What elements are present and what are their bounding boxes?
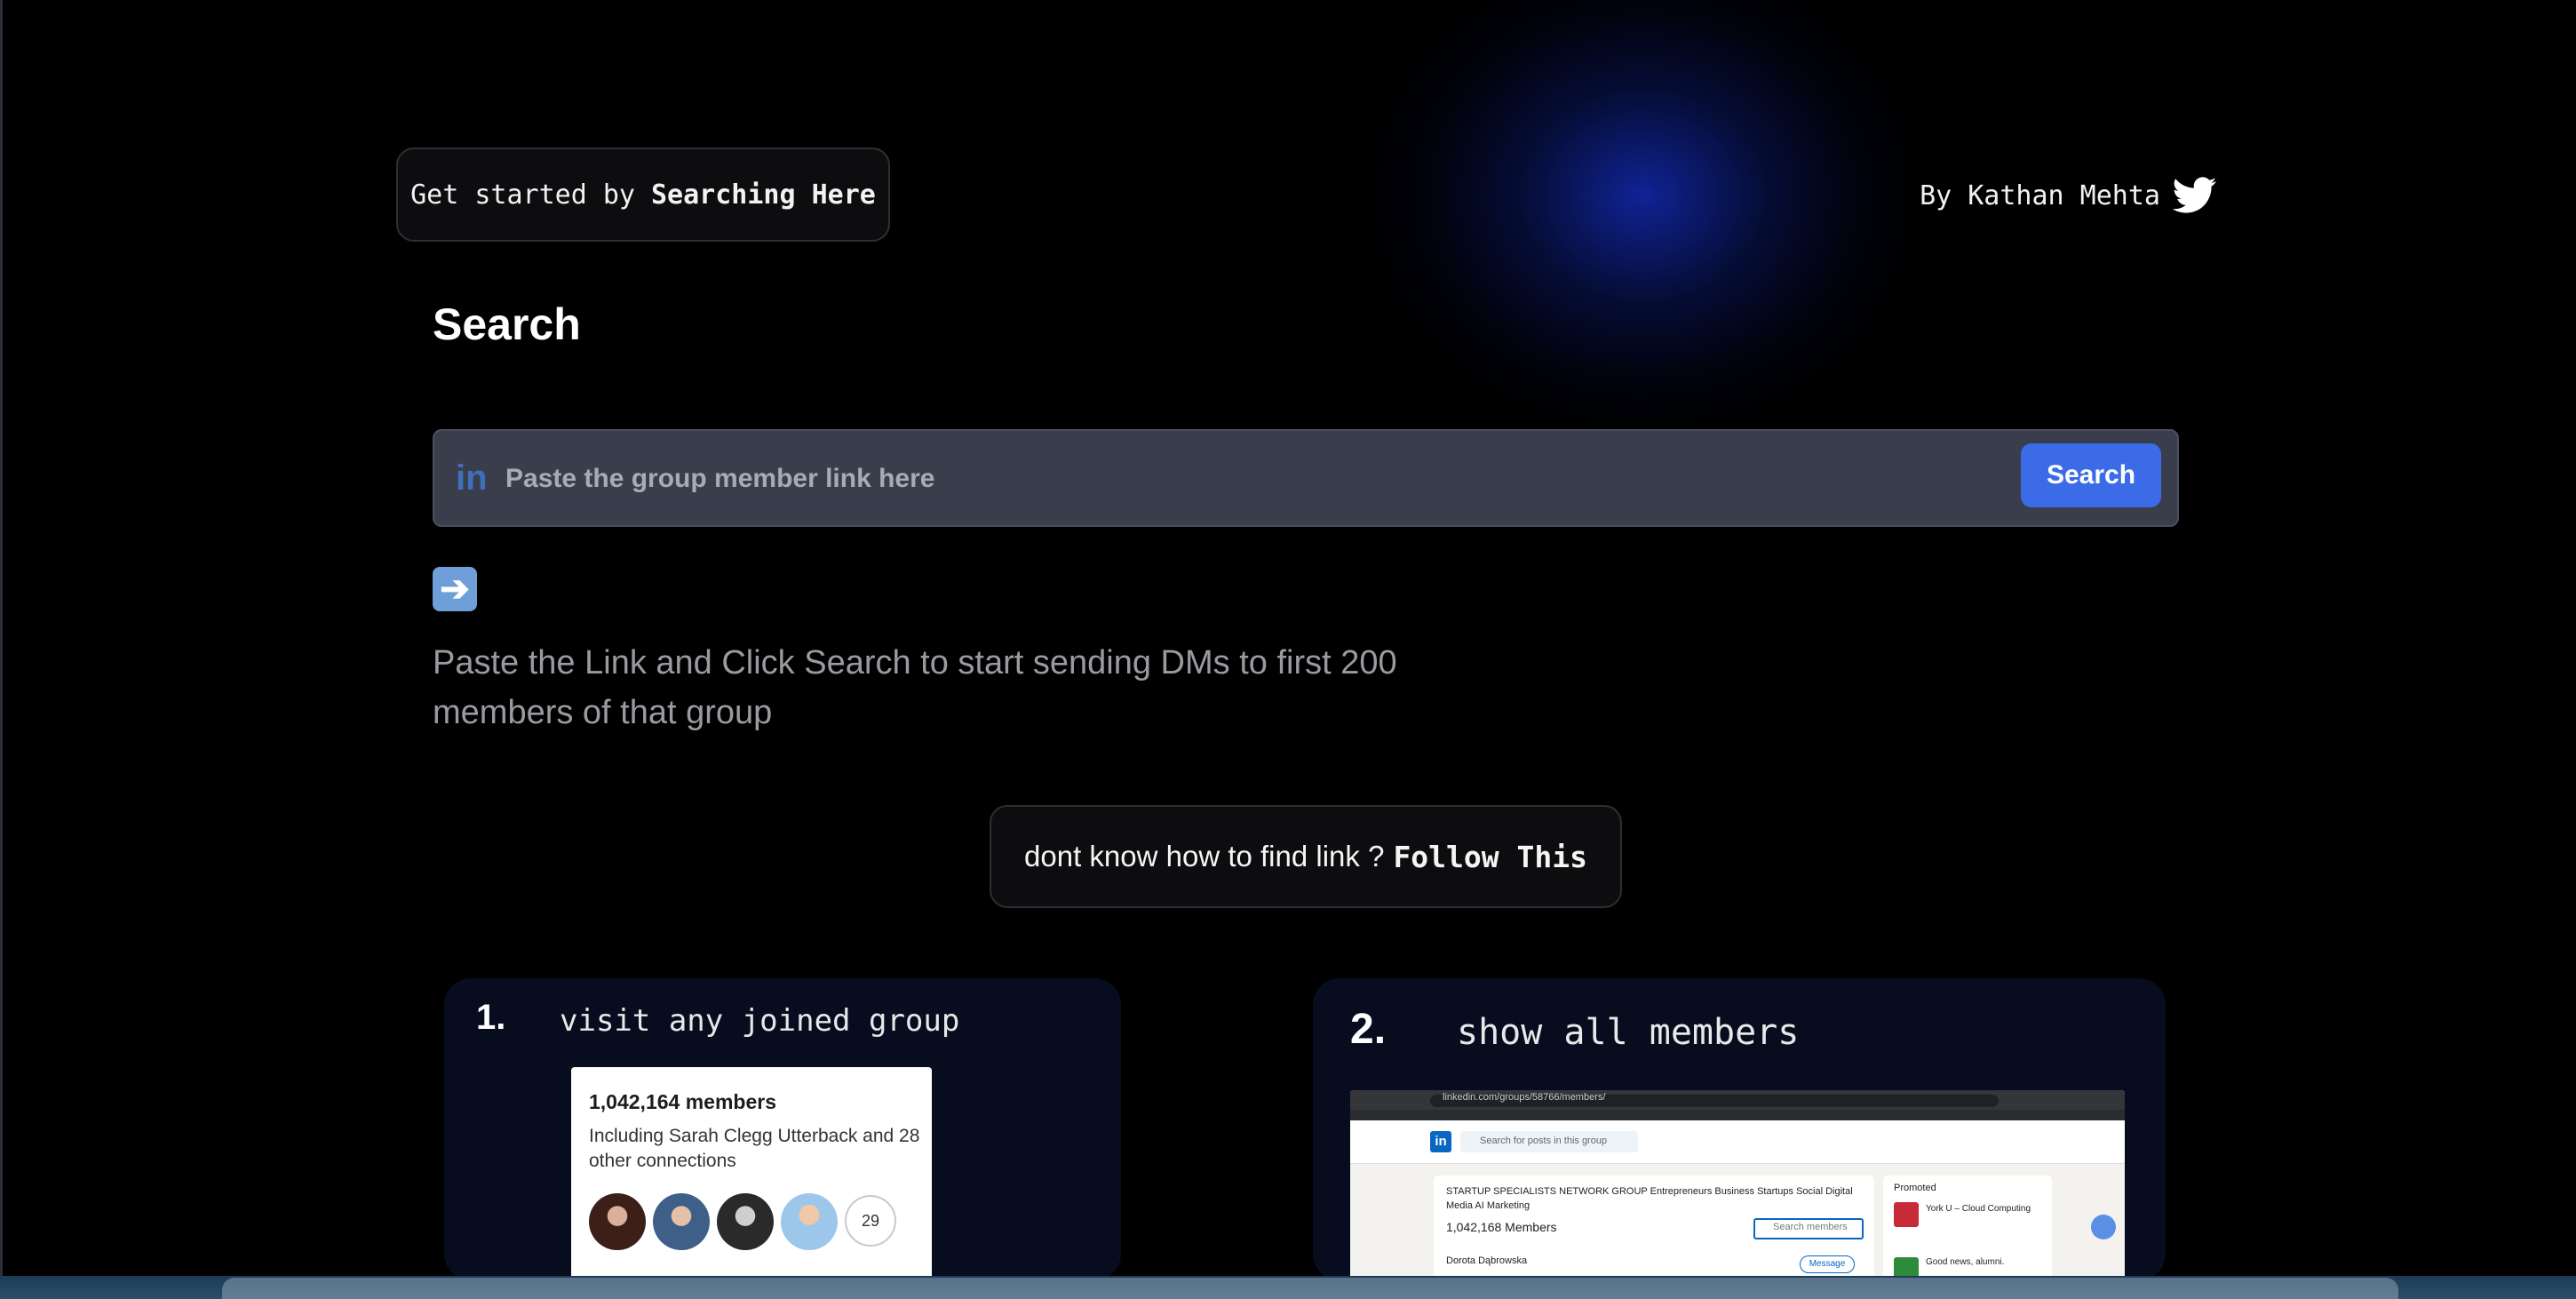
browser-url: linkedin.com/groups/58766/members/: [1430, 1092, 1999, 1107]
get-started-bold: Searching Here: [651, 179, 876, 211]
search-placeholder: Search for posts in this group: [1480, 1136, 1608, 1146]
promo-logo: [1894, 1202, 1919, 1227]
get-started-prefix: Get started by: [410, 179, 635, 211]
group-members-card: 1,042,164 members Including Sarah Clegg …: [571, 1067, 932, 1276]
step-card-1: 1. visit any joined group 1,042,164 memb…: [444, 978, 1121, 1276]
step-card-2: 2. show all members linkedin.com/groups/…: [1313, 978, 2166, 1276]
group-post-search: Search for posts in this group: [1460, 1131, 1638, 1152]
right-arrow-icon: ➔: [433, 567, 477, 611]
avatar: [781, 1193, 838, 1250]
extension-badge-icon: [2091, 1215, 2116, 1239]
author-name: By Kathan Mehta: [1920, 179, 2160, 211]
avatar: [653, 1193, 710, 1250]
promo-text: Good news, alumni.: [1926, 1257, 2005, 1267]
bookmarks-bar: [1350, 1110, 2125, 1120]
more-connections-badge: 29: [845, 1195, 896, 1247]
get-started-chip[interactable]: Get started by Searching Here: [396, 147, 890, 242]
search-members-text: Search members: [1773, 1222, 1848, 1232]
search-input[interactable]: [504, 449, 2017, 509]
members-count: 1,042,168 Members: [1446, 1220, 1557, 1234]
search-members-field: Search members: [1753, 1218, 1864, 1239]
members-panel: STARTUP SPECIALISTS NETWORK GROUP Entrep…: [1434, 1175, 1874, 1276]
step-number: 2.: [1350, 1006, 1387, 1053]
page-title: Search: [433, 299, 581, 349]
promo-text: York U – Cloud Computing: [1926, 1204, 2031, 1214]
promoted-label: Promoted: [1894, 1183, 1936, 1193]
background-glow: [1377, 0, 1910, 426]
group-name: STARTUP SPECIALISTS NETWORK GROUP Entrep…: [1446, 1186, 1853, 1211]
linkedin-screenshot: linkedin.com/groups/58766/members/ in Se…: [1350, 1090, 2125, 1276]
step-number: 1.: [476, 998, 506, 1037]
promoted-panel: Promoted York U – Cloud Computing Good n…: [1883, 1175, 2052, 1276]
members-count: 1,042,164 members: [589, 1090, 776, 1113]
linkedin-icon: in: [456, 458, 488, 498]
follow-bold: Follow This: [1393, 839, 1587, 874]
dock: [222, 1278, 2398, 1299]
step-text: show all members: [1457, 1012, 1800, 1053]
search-button[interactable]: Search: [2021, 443, 2161, 507]
linkedin-logo-icon: in: [1430, 1131, 1451, 1152]
member-name: Dorota Dąbrowska: [1446, 1255, 1528, 1266]
avatar: [589, 1193, 646, 1250]
twitter-icon: [2173, 177, 2217, 213]
url-text: linkedin.com/groups/58766/members/: [1443, 1092, 1606, 1103]
avatar: [717, 1193, 774, 1250]
hint-text: Paste the Link and Click Search to start…: [433, 644, 1397, 731]
follow-this-chip[interactable]: dont know how to find link ? Follow This: [990, 805, 1622, 908]
step-text: visit any joined group: [560, 1003, 960, 1039]
message-button: Message: [1800, 1255, 1855, 1273]
author-link[interactable]: By Kathan Mehta: [1920, 169, 2217, 222]
search-bar: in Search: [433, 429, 2179, 527]
connections-text: Including Sarah Clegg Utterback and 28 o…: [589, 1126, 920, 1171]
promo-logo: [1894, 1257, 1919, 1276]
page: Get started by Searching Here By Kathan …: [0, 0, 2576, 1276]
window-edge: [0, 0, 3, 1276]
follow-prefix: dont know how to find link ?: [1024, 840, 1385, 873]
